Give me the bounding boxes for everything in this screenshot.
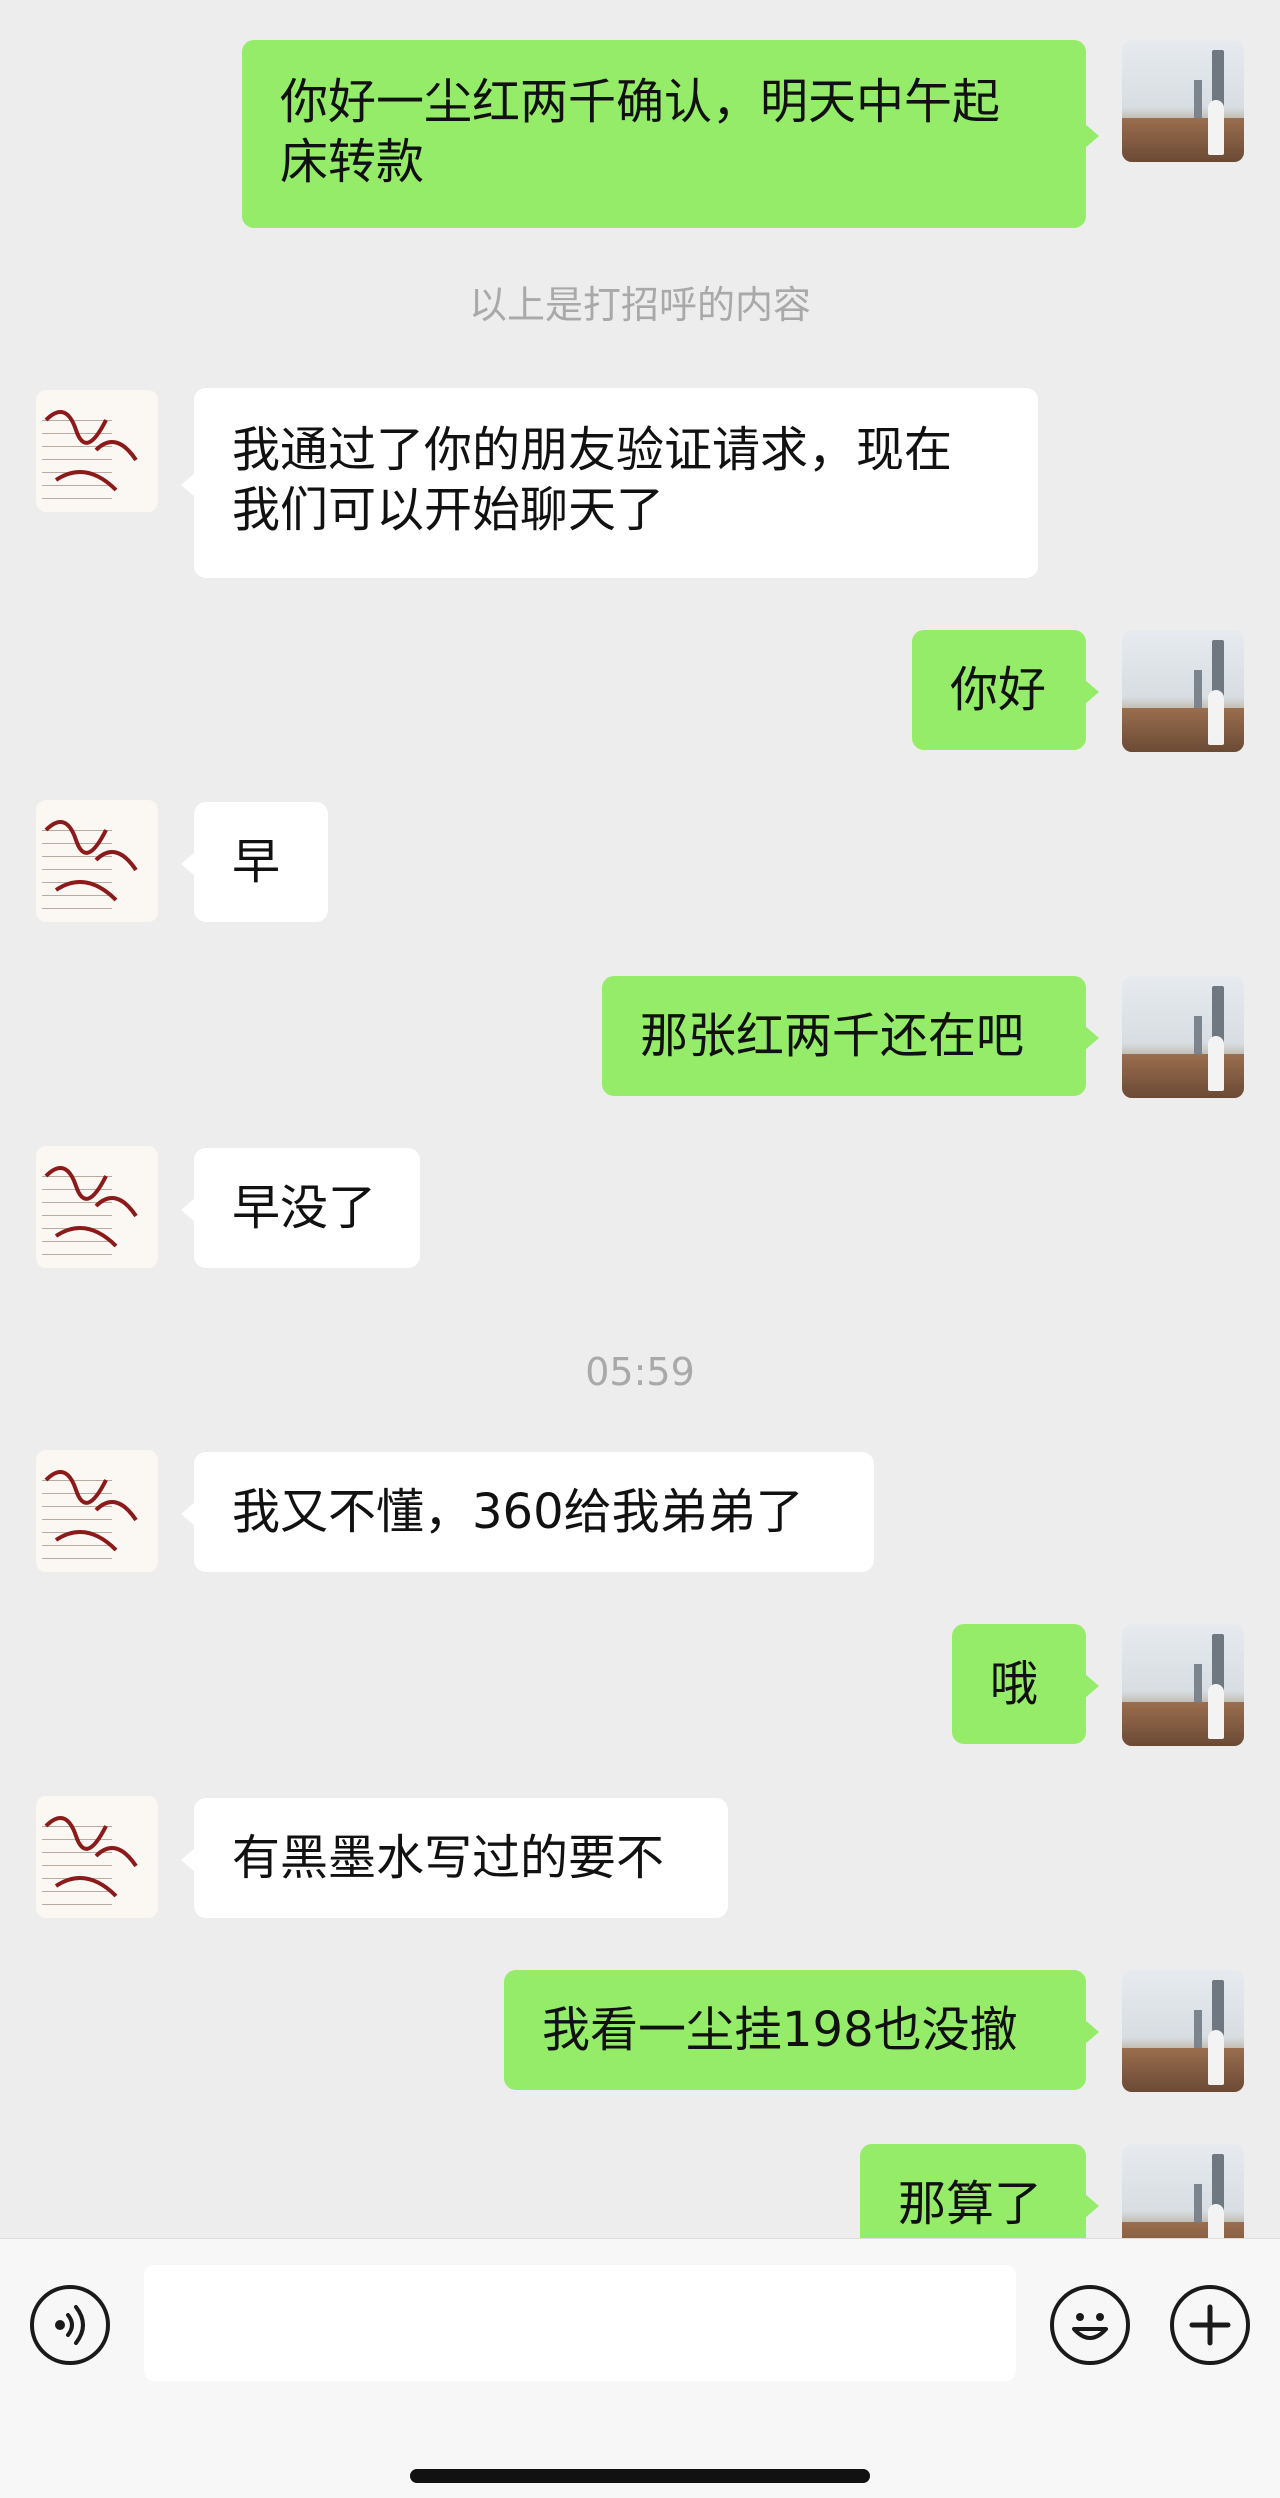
message-bubble-self[interactable]: 那张红两千还在吧	[602, 976, 1099, 1096]
message-bubble-other[interactable]: 早没了	[181, 1148, 420, 1268]
message-bubble-self[interactable]: 哦	[952, 1624, 1099, 1744]
message-text: 早	[232, 834, 281, 890]
contact-avatar[interactable]	[36, 800, 158, 922]
message-text: 我看一尘挂198也没撤	[542, 2002, 1018, 2058]
message-bubble-other[interactable]: 我通过了你的朋友验证请求，现在 我们可以开始聊天了	[181, 388, 1038, 578]
message-text: 我通过了你的朋友验证请求，现在	[232, 422, 953, 478]
message-input[interactable]	[144, 2265, 1016, 2381]
emoji-icon	[1072, 2313, 1108, 2340]
message-bubble-other[interactable]: 有黑墨水写过的要不	[181, 1798, 728, 1918]
contact-avatar[interactable]	[36, 1450, 158, 1572]
message-text: 那张红两千还在吧	[640, 1008, 1025, 1064]
message-text: 床转款	[280, 134, 425, 190]
system-message: 以上是打招呼的内容	[468, 283, 811, 327]
chat-area[interactable]: 你好一尘红两千确认，明天中午起 床转款 以上是打招呼的内容 我通过了你的朋友验证…	[0, 0, 1280, 2238]
self-avatar[interactable]	[1122, 1624, 1244, 1746]
contact-avatar[interactable]	[36, 1146, 158, 1268]
self-avatar[interactable]	[1122, 40, 1244, 162]
contact-avatar[interactable]	[36, 390, 158, 512]
voice-icon	[55, 2305, 85, 2345]
message-bubble-self[interactable]: 那算了	[860, 2144, 1099, 2238]
message-text: 早没了	[232, 1180, 377, 1236]
emoji-button[interactable]	[1050, 2285, 1130, 2365]
message-bubble-other[interactable]: 早	[181, 802, 328, 922]
message-text: 我又不懂，360给我弟弟了	[232, 1484, 804, 1540]
home-indicator[interactable]	[410, 2469, 870, 2483]
message-bubble-self[interactable]: 你好一尘红两千确认，明天中午起 床转款	[242, 40, 1099, 228]
timestamp: 05:59	[585, 1350, 695, 1394]
input-bar	[0, 2238, 1280, 2498]
self-avatar[interactable]	[1122, 630, 1244, 752]
message-bubble-self[interactable]: 你好	[912, 630, 1099, 750]
message-text: 哦	[990, 1656, 1039, 1712]
self-avatar[interactable]	[1122, 976, 1244, 1098]
more-button[interactable]	[1170, 2285, 1250, 2365]
message-text: 有黑墨水写过的要不	[232, 1830, 665, 1886]
message-bubble-other[interactable]: 我又不懂，360给我弟弟了	[181, 1452, 874, 1572]
contact-avatar[interactable]	[36, 1796, 158, 1918]
message-text: 那算了	[898, 2176, 1043, 2232]
message-text: 你好	[950, 662, 1047, 718]
self-avatar[interactable]	[1122, 2144, 1244, 2238]
message-text: 我们可以开始聊天了	[232, 482, 665, 538]
voice-button[interactable]	[30, 2285, 110, 2365]
plus-icon	[1189, 2304, 1231, 2346]
message-text: 你好一尘红两千确认，明天中午起	[280, 74, 1001, 130]
self-avatar[interactable]	[1122, 1970, 1244, 2092]
message-bubble-self[interactable]: 我看一尘挂198也没撤	[504, 1970, 1099, 2090]
